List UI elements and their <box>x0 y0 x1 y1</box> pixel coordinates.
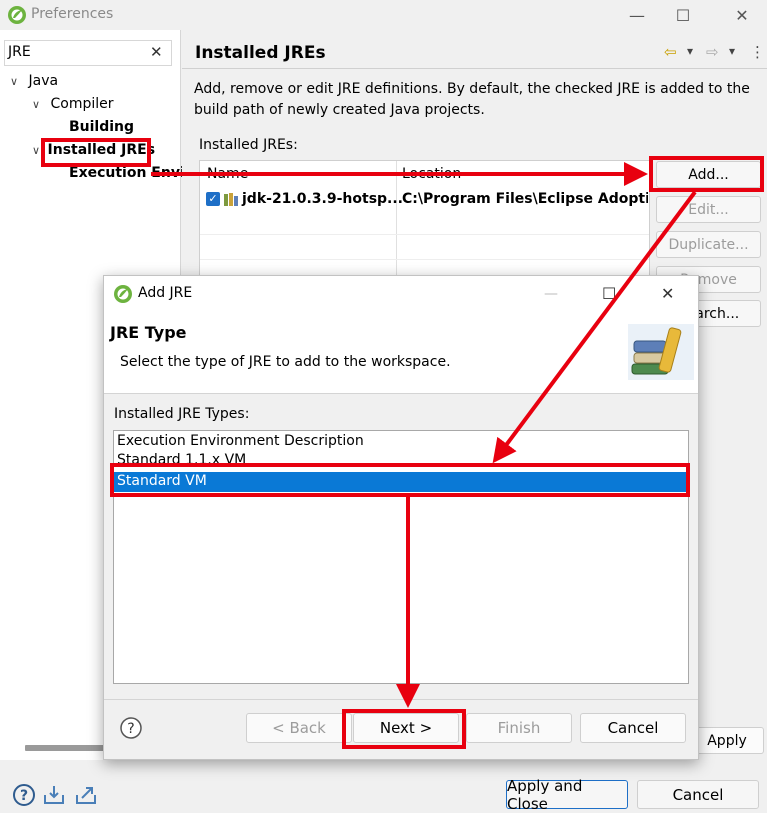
annotation-arrow-to-standard-vm <box>492 190 697 464</box>
annotation-arrows <box>151 162 697 708</box>
